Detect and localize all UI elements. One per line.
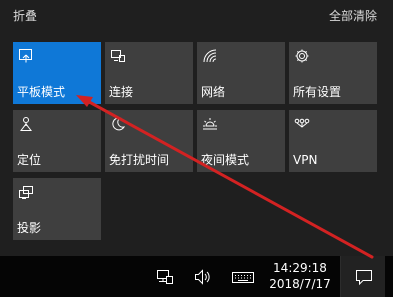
location-icon <box>18 116 34 132</box>
tile-location[interactable]: 定位 <box>13 110 101 172</box>
clock[interactable]: 14:29:18 2018/7/17 <box>266 260 334 292</box>
tablet-mode-icon <box>18 48 34 64</box>
clock-date: 2018/7/17 <box>269 277 331 291</box>
action-center-panel: 折叠 全部清除 平板模式 连接 网络 所有设置 定位 免打扰时间 夜间模式 VP… <box>0 0 393 256</box>
keyboard-icon[interactable] <box>231 268 255 286</box>
tile-all-settings[interactable]: 所有设置 <box>289 42 377 104</box>
tile-label: 定位 <box>17 153 42 167</box>
vpn-icon <box>294 116 310 132</box>
tile-vpn[interactable]: VPN <box>289 110 377 172</box>
tile-tablet-mode[interactable]: 平板模式 <box>13 42 101 104</box>
tile-label: 平板模式 <box>17 85 66 99</box>
tile-label: 网络 <box>201 85 226 99</box>
tile-label: 连接 <box>109 85 134 99</box>
clear-all-link[interactable]: 全部清除 <box>329 8 377 24</box>
tile-project[interactable]: 投影 <box>13 178 101 240</box>
network-icon <box>202 48 218 64</box>
tile-quiet-hours[interactable]: 免打扰时间 <box>105 110 193 172</box>
volume-icon[interactable] <box>193 268 213 286</box>
tile-label: 夜间模式 <box>201 153 250 167</box>
tile-network[interactable]: 网络 <box>197 42 285 104</box>
tile-label: VPN <box>293 153 318 167</box>
tile-label: 免打扰时间 <box>109 153 170 167</box>
moon-icon <box>110 116 126 132</box>
brightness-icon <box>202 116 218 132</box>
taskbar: 14:29:18 2018/7/17 <box>0 256 393 297</box>
action-center-icon <box>356 270 372 286</box>
gear-icon <box>294 48 310 64</box>
collapse-link[interactable]: 折叠 <box>13 8 37 24</box>
project-icon <box>18 184 34 200</box>
tile-night-light[interactable]: 夜间模式 <box>197 110 285 172</box>
tile-connect[interactable]: 连接 <box>105 42 193 104</box>
connect-icon <box>110 48 126 64</box>
clock-time: 14:29:18 <box>273 261 327 275</box>
network-tray-icon[interactable] <box>155 268 175 286</box>
action-center-button[interactable] <box>340 256 385 297</box>
tile-label: 投影 <box>17 221 42 235</box>
tile-label: 所有设置 <box>293 85 342 99</box>
